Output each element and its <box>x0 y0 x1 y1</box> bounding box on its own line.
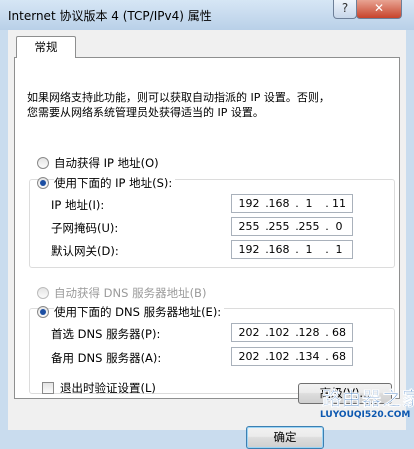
gw-octet-1: 192 <box>238 243 260 256</box>
manual-dns-radio[interactable] <box>37 306 49 318</box>
gw-octet-2: 168 <box>268 243 290 256</box>
subnet-mask-field[interactable]: 255 . 255 . 255 . 0 <box>231 217 353 236</box>
auto-dns-label: 自动获得 DNS 服务器地址(B) <box>54 286 207 300</box>
mask-octet-1: 255 <box>238 220 260 233</box>
subnet-mask-label: 子网掩码(U): <box>51 221 119 235</box>
tab-panel: 如果网络支持此功能，则可以获取自动指派的 IP 设置。否则， 您需要从网络系统管… <box>14 57 400 399</box>
watermark-url: LUYOUQI520.COM <box>320 410 411 420</box>
description-line-1: 如果网络支持此功能，则可以获取自动指派的 IP 设置。否则， <box>27 91 330 104</box>
preferred-dns-field[interactable]: 202 . 102 . 128 . 68 <box>231 323 353 342</box>
description: 如果网络支持此功能，则可以获取自动指派的 IP 设置。否则， 您需要从网络系统管… <box>27 90 357 120</box>
auto-ip-radio[interactable] <box>37 157 49 169</box>
dialog-body: 常规 如果网络支持此功能，则可以获取自动指派的 IP 设置。否则， 您需要从网络… <box>8 30 406 449</box>
auto-dns-radio[interactable] <box>37 287 49 299</box>
ip-octet-4: 11 <box>332 197 346 210</box>
title-bar[interactable]: Internet 协议版本 4 (TCP/IPv4) 属性 ? ✕ <box>0 0 414 30</box>
adns-octet-1: 202 <box>238 350 260 363</box>
mask-octet-3: 255 <box>298 220 320 233</box>
help-button[interactable]: ? <box>333 0 357 19</box>
description-line-2: 您需要从网络系统管理员处获得适当的 IP 设置。 <box>27 106 264 119</box>
window-title: Internet 协议版本 4 (TCP/IPv4) 属性 <box>8 9 212 23</box>
mask-octet-4: 0 <box>335 220 343 233</box>
watermark-title: 路由器之家 <box>322 388 414 410</box>
watermark: 路由器之家 LUYOUQI520.COM <box>300 384 414 430</box>
adns-octet-3: 134 <box>298 350 320 363</box>
ip-address-field[interactable]: 192 . 168 . 1 . 11 <box>231 194 353 213</box>
gw-octet-3: 1 <box>305 243 313 256</box>
manual-dns-label: 使用下面的 DNS 服务器地址(E): <box>54 304 225 320</box>
preferred-dns-label: 首选 DNS 服务器(P): <box>51 327 161 341</box>
alternate-dns-field[interactable]: 202 . 102 . 134 . 68 <box>231 347 353 366</box>
adns-octet-4: 68 <box>332 350 346 363</box>
help-icon: ? <box>341 1 349 15</box>
mask-octet-2: 255 <box>268 220 290 233</box>
adns-octet-2: 102 <box>268 350 290 363</box>
manual-ip-label: 使用下面的 IP 地址(S): <box>54 175 176 191</box>
close-button[interactable]: ✕ <box>356 0 402 19</box>
alternate-dns-label: 备用 DNS 服务器(A): <box>51 351 162 365</box>
manual-ip-radio[interactable] <box>37 177 49 189</box>
validate-checkbox[interactable] <box>42 382 54 394</box>
tab-general[interactable]: 常规 <box>16 36 76 58</box>
ip-octet-2: 168 <box>268 197 290 210</box>
pdns-octet-4: 68 <box>332 326 346 339</box>
auto-ip-label: 自动获得 IP 地址(O) <box>54 156 159 170</box>
pdns-octet-3: 128 <box>298 326 320 339</box>
ip-address-label: IP 地址(I): <box>51 198 105 212</box>
pdns-octet-2: 102 <box>268 326 290 339</box>
gw-octet-4: 1 <box>335 243 343 256</box>
gateway-label: 默认网关(D): <box>51 244 119 258</box>
ip-octet-3: 1 <box>305 197 313 210</box>
gateway-field[interactable]: 192 . 168 . 1 . 1 <box>231 240 353 259</box>
close-icon: ✕ <box>373 1 385 15</box>
validate-label: 退出时验证设置(L) <box>60 381 156 395</box>
ip-octet-1: 192 <box>238 197 260 210</box>
pdns-octet-1: 202 <box>238 326 260 339</box>
